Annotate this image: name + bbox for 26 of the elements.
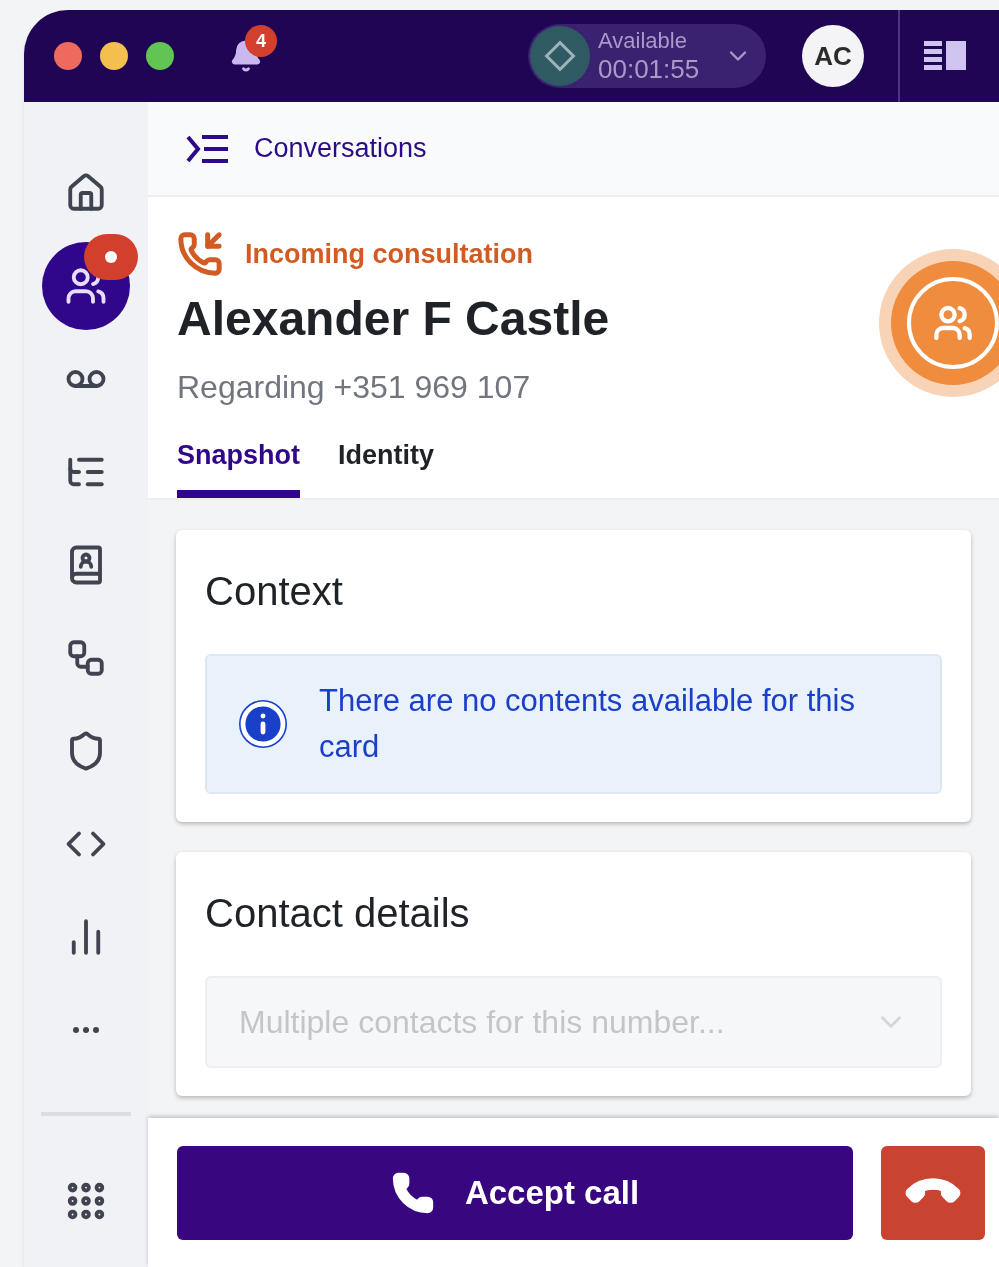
accept-call-button[interactable]: Accept call (177, 1145, 853, 1240)
call-status: Incoming consultation (245, 237, 533, 271)
info-message: There are no contents available for this card (319, 681, 856, 766)
tab[interactable]: Identity (338, 435, 435, 498)
notification-count: 4 (245, 25, 277, 57)
consult-icon (933, 303, 973, 343)
regarding-number: Regarding +351 969 107 (177, 368, 532, 407)
home-icon (65, 171, 107, 214)
card-title: Context (205, 567, 344, 615)
card-title: Contact details (205, 889, 471, 937)
more-icon (73, 1026, 99, 1033)
close-window-icon[interactable] (54, 42, 82, 70)
status-timer: 00:01:55 (598, 56, 700, 82)
minimize-window-icon[interactable] (100, 42, 128, 70)
conversations-icon (186, 132, 230, 165)
decline-call-button[interactable] (881, 1145, 985, 1240)
status-label: Available (598, 30, 687, 52)
phone-icon (390, 1170, 435, 1215)
incoming-call-icon (177, 231, 223, 277)
header-title: Conversations (254, 132, 427, 166)
panel-toggle-icon[interactable] (924, 39, 968, 73)
maximize-window-icon[interactable] (146, 42, 174, 70)
caller-name: Alexander F Castle (177, 291, 610, 347)
info-icon (239, 699, 287, 748)
status-selector[interactable]: Available 00:01:55 (528, 24, 766, 88)
avatar[interactable]: AC (802, 25, 864, 87)
